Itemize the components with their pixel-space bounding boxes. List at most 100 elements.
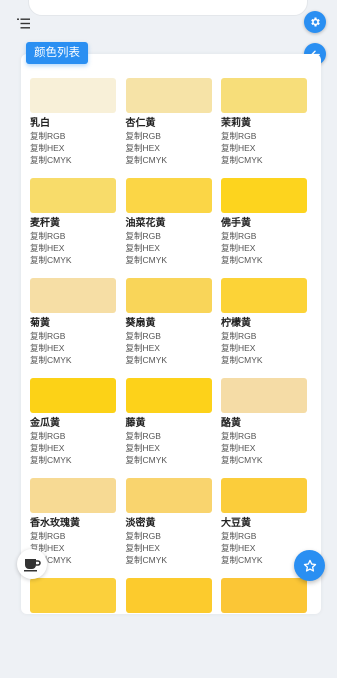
section-title: 颜色列表 [26,42,88,64]
star-icon [303,559,316,572]
color-card [125,578,212,678]
copy-rgb-link[interactable]: 复制RGB [221,431,307,443]
copy-hex-link[interactable]: 复制HEX [30,143,116,155]
copy-cmyk-link[interactable]: 复制CMYK [30,155,116,167]
copy-rgb-link[interactable]: 复制RGB [126,431,212,443]
copy-hex-link[interactable]: 复制HEX [221,243,307,255]
copy-hex-link[interactable]: 复制HEX [126,143,212,155]
color-name: 淡密黄 [125,518,156,529]
color-card: 酪黄复制RGB 复制HEX 复制CMYK [221,378,307,478]
color-card: 茉莉黄复制RGB 复制HEX 复制CMYK [221,78,307,178]
copy-hex-link[interactable]: 复制HEX [221,443,307,455]
copy-rgb-link[interactable]: 复制RGB [126,331,212,343]
copy-cmyk-link[interactable]: 复制CMYK [126,355,212,367]
copy-cmyk-link[interactable]: 复制CMYK [221,455,307,467]
copy-cmyk-link[interactable]: 复制CMYK [126,455,212,467]
coffee-button[interactable] [17,549,47,579]
copy-hex-link[interactable]: 复制HEX [30,343,116,355]
color-swatch[interactable] [30,378,116,413]
color-name: 葵扇黄 [125,318,156,329]
copy-hex-link[interactable]: 复制HEX [30,543,116,555]
copy-cmyk-link[interactable]: 复制CMYK [30,355,116,367]
color-name: 藤黄 [125,418,146,429]
color-name: 油菜花黄 [125,218,166,229]
copy-rgb-link[interactable]: 复制RGB [30,131,116,143]
menu-button[interactable] [12,12,34,34]
copy-rgb-link[interactable]: 复制RGB [221,331,307,343]
copy-cmyk-link[interactable]: 复制CMYK [30,455,116,467]
copy-rgb-link[interactable]: 复制RGB [30,431,116,443]
color-name: 麦秆黄 [30,218,60,229]
color-card [30,578,116,678]
copy-rgb-link[interactable]: 复制RGB [30,231,116,243]
color-card: 柠檬黄复制RGB 复制HEX 复制CMYK [221,278,307,378]
color-card: 油菜花黄复制RGB 复制HEX 复制CMYK [125,178,212,278]
search-bar[interactable] [28,0,308,16]
color-card: 杏仁黄复制RGB 复制HEX 复制CMYK [125,78,212,178]
color-swatch[interactable] [221,578,307,613]
color-swatch[interactable] [30,578,116,613]
color-name: 杏仁黄 [125,118,156,129]
color-name: 酪黄 [221,418,241,429]
color-swatch[interactable] [125,78,212,113]
color-name: 佛手黄 [221,218,251,229]
color-name: 乳白 [30,118,50,129]
color-swatch[interactable] [221,378,307,413]
favorite-button[interactable] [294,550,325,581]
color-swatch[interactable] [221,178,307,213]
color-card [221,578,307,678]
menu-icon [16,18,30,28]
copy-rgb-link[interactable]: 复制RGB [30,331,116,343]
copy-hex-link[interactable]: 复制HEX [126,443,212,455]
copy-hex-link[interactable]: 复制HEX [126,543,212,555]
settings-button[interactable] [304,11,326,33]
color-card: 菊黄复制RGB 复制HEX 复制CMYK [30,278,116,378]
copy-hex-link[interactable]: 复制HEX [221,543,307,555]
color-swatch[interactable] [125,578,212,613]
color-swatch[interactable] [125,178,212,213]
color-swatch[interactable] [30,78,116,113]
color-swatch[interactable] [221,278,307,313]
copy-rgb-link[interactable]: 复制RGB [30,531,116,543]
color-name: 茉莉黄 [221,118,251,129]
color-swatch[interactable] [125,478,212,513]
copy-rgb-link[interactable]: 复制RGB [126,531,212,543]
copy-rgb-link[interactable]: 复制RGB [221,231,307,243]
copy-hex-link[interactable]: 复制HEX [221,143,307,155]
copy-cmyk-link[interactable]: 复制CMYK [221,355,307,367]
copy-cmyk-link[interactable]: 复制CMYK [30,255,116,267]
color-swatch[interactable] [30,478,116,513]
color-swatch[interactable] [221,478,307,513]
color-card: 藤黄复制RGB 复制HEX 复制CMYK [125,378,212,478]
copy-hex-link[interactable]: 复制HEX [30,443,116,455]
copy-rgb-link[interactable]: 复制RGB [126,131,212,143]
copy-cmyk-link[interactable]: 复制CMYK [126,155,212,167]
copy-rgb-link[interactable]: 复制RGB [221,531,307,543]
copy-rgb-link[interactable]: 复制RGB [221,131,307,143]
copy-cmyk-link[interactable]: 复制CMYK [126,555,212,567]
color-card: 淡密黄复制RGB 复制HEX 复制CMYK [125,478,212,578]
color-swatch[interactable] [30,278,116,313]
copy-cmyk-link[interactable]: 复制CMYK [221,155,307,167]
color-name: 菊黄 [30,318,50,329]
copy-hex-link[interactable]: 复制HEX [30,243,116,255]
color-card: 乳白复制RGB 复制HEX 复制CMYK [30,78,116,178]
gear-icon [311,17,320,27]
color-grid: 乳白 复制RGB 复制HEX 复制CMYK 杏仁黄 复制RGB 复制HEX 复制CMYK 茉莉黄… [30,78,307,678]
copy-cmyk-link[interactable]: 复制CMYK [126,255,212,267]
color-swatch[interactable] [125,278,212,313]
color-name: 柠檬黄 [221,318,251,329]
copy-hex-link[interactable]: 复制HEX [126,243,212,255]
copy-cmyk-link[interactable]: 复制CMYK [221,255,307,267]
color-swatch[interactable] [221,78,307,113]
color-card: 佛手黄复制RGB 复制HEX 复制CMYK [221,178,307,278]
color-swatch[interactable] [30,178,116,213]
color-name: 金瓜黄 [30,418,60,429]
copy-rgb-link[interactable]: 复制RGB [126,231,212,243]
copy-hex-link[interactable]: 复制HEX [126,343,212,355]
color-card: 葵扇黄复制RGB 复制HEX 复制CMYK [125,278,212,378]
copy-hex-link[interactable]: 复制HEX [221,343,307,355]
color-name: 大豆黄 [221,518,251,529]
color-swatch[interactable] [125,378,212,413]
color-name: 香水玫瑰黄 [30,518,80,529]
